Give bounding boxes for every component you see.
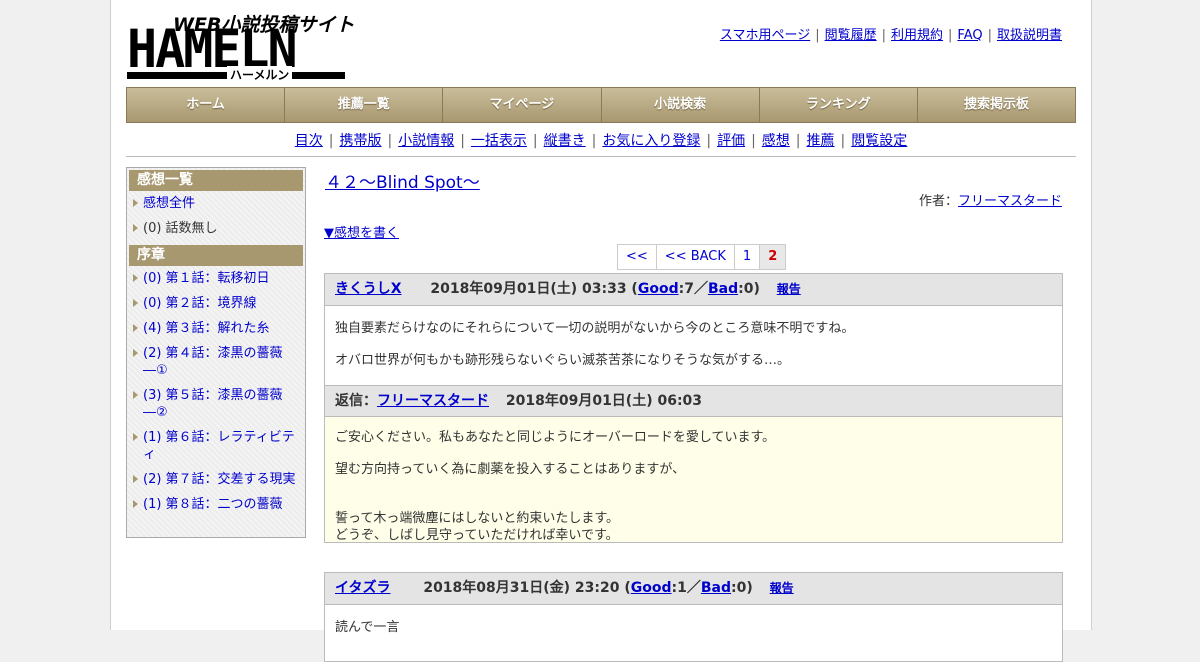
author-line: 作者：フリーマスタード [919, 190, 1062, 209]
sidebar-item-all-reviews[interactable]: 感想全件 [127, 195, 305, 212]
sidebar-item-chapter[interactable]: (0) 第２話：境界線 [127, 295, 305, 312]
good-link[interactable]: Good [638, 281, 679, 297]
subnav-settings[interactable]: 閲覧設定 [851, 133, 907, 149]
nav-board[interactable]: 捜索掲示板 [918, 88, 1075, 122]
logo-kana: ハーメルン [227, 66, 293, 83]
nav-recommend[interactable]: 推薦一覧 [285, 88, 444, 122]
reply-author-link[interactable]: フリーマスタード [377, 393, 489, 409]
link-manual[interactable]: 取扱説明書 [997, 28, 1062, 43]
report-link[interactable]: 報告 [770, 581, 794, 595]
sidebar-item-chapter[interactable]: (1) 第６話：レラティビティ [127, 429, 305, 463]
reviewer-name[interactable]: イタズラ [335, 580, 390, 596]
reply-header: 返信：フリーマスタード 2018年09月01日(土) 06:03 [325, 385, 1062, 417]
subnav-rating[interactable]: 評価 [717, 133, 745, 149]
reply-text: どうぞ、しばし見守っていただければ幸いです。 [335, 528, 619, 543]
reply-text: 誓って木っ端微塵にはしないと約束いたします。 [335, 511, 620, 526]
link-faq[interactable]: FAQ [957, 28, 982, 43]
good-count: 1 [677, 580, 687, 596]
sidebar-item-chapter[interactable]: (3) 第５話：漆黒の薔薇―② [127, 387, 305, 421]
divider [126, 156, 1076, 157]
subnav-all[interactable]: 一括表示 [471, 133, 527, 149]
review-text: オバロ世界が何もかも跡形残らないぐらい滅茶苦茶になりそうな気がする…。 [335, 353, 791, 368]
link-terms[interactable]: 利用規約 [891, 28, 943, 43]
bad-link[interactable]: Bad [701, 580, 731, 596]
bad-count: 0 [743, 281, 754, 297]
subnav-info[interactable]: 小説情報 [398, 133, 454, 149]
sidebar-chapter-heading: 序章 [129, 245, 303, 266]
top-links: スマホ用ページ | 閲覧履歴 | 利用規約 | FAQ | 取扱説明書 [719, 28, 1062, 43]
nav-mypage[interactable]: マイページ [443, 88, 602, 122]
main-nav: ホーム 推薦一覧 マイページ 小説検索 ランキング 捜索掲示板 [126, 87, 1076, 123]
subnav-reviews[interactable]: 感想 [762, 133, 790, 149]
review-date: 2018年08月31日(金) 23:20 [423, 580, 620, 596]
sidebar-review-list: 感想全件 (0) 話数無し [127, 195, 305, 237]
link-smartphone[interactable]: スマホ用ページ [720, 28, 810, 43]
reply-text: ご安心ください。私もあなたと同じようにオーバーロードを愛しています。 [335, 430, 776, 445]
subnav-mobile[interactable]: 携帯版 [339, 133, 381, 149]
reviewer-name[interactable]: きくうしX [335, 281, 402, 297]
sub-nav: 目次 | 携帯版 | 小説情報 | 一括表示 | 縦書き | お気に入り登録 | 評価 | 感想 | 推薦 | 閲覧… [294, 133, 908, 149]
subnav-favorite[interactable]: お気に入り登録 [602, 133, 700, 149]
review-text: 独自要素だらけなのにそれらについて一切の説明がないから今のところ意味不明ですね。 [335, 321, 855, 336]
subnav-vertical[interactable]: 縦書き [544, 133, 586, 149]
good-link[interactable]: Good [631, 580, 672, 596]
sidebar-chapter-list: (0) 第１話：転移初日 (0) 第２話：境界線 (4) 第３話：解れた糸 (2… [127, 270, 305, 513]
reply-body: ご安心ください。私もあなたと同じようにオーバーロードを愛しています。 望む方向持… [325, 417, 1062, 543]
author-label: 作者： [918, 194, 958, 209]
nav-search[interactable]: 小説検索 [602, 88, 760, 122]
review-body: 読んで一言 [325, 605, 1062, 661]
nav-ranking[interactable]: ランキング [760, 88, 918, 122]
review-item: きくうしX 2018年09月01日(土) 03:33 (Good:7／Bad:0… [324, 273, 1063, 543]
review-item: イタズラ 2018年08月31日(金) 23:20 (Good:1／Bad:0)… [324, 572, 1063, 662]
link-history[interactable]: 閲覧履歴 [825, 28, 877, 43]
reply-text: 望む方向持っていく為に劇薬を投入することはありますが、 [335, 462, 686, 477]
bad-count: 0 [736, 580, 747, 596]
sidebar-item-chapter[interactable]: (4) 第３話：解れた糸 [127, 320, 305, 337]
sidebar-item-chapter[interactable]: (1) 第８話：二つの薔薇 [127, 496, 305, 513]
pager-current: 2 [760, 245, 786, 269]
sidebar-item-chapter[interactable]: (2) 第４話：漆黒の薔薇―① [127, 345, 305, 379]
subnav-recommend[interactable]: 推薦 [807, 133, 835, 149]
nav-home[interactable]: ホーム [127, 88, 286, 122]
author-link[interactable]: フリーマスタード [958, 194, 1062, 209]
good-count: 7 [684, 281, 694, 297]
report-link[interactable]: 報告 [777, 282, 801, 296]
site-logo[interactable]: WEB小説投稿サイト HAMELN ハーメルン [127, 10, 354, 83]
review-text: 読んで一言 [335, 620, 400, 635]
review-header: イタズラ 2018年08月31日(金) 23:20 (Good:1／Bad:0)… [325, 573, 1062, 605]
review-date: 2018年09月01日(土) 03:33 [430, 281, 627, 297]
sidebar-item-no-chapter: (0) 話数無し [127, 220, 305, 237]
sidebar-item-chapter[interactable]: (2) 第７話：交差する現実 [127, 471, 305, 488]
write-review-link[interactable]: ▼感想を書く [324, 222, 399, 241]
bad-link[interactable]: Bad [708, 281, 738, 297]
chapter-title[interactable]: ４２～Blind Spot～ [325, 168, 480, 193]
sidebar: 感想一覧 感想全件 (0) 話数無し 序章 (0) 第１話：転移初日 (0) 第… [126, 167, 306, 538]
reply-label: 返信： [335, 393, 377, 409]
pagination: << << BACK 1 2 [617, 244, 787, 270]
sidebar-item-chapter[interactable]: (0) 第１話：転移初日 [127, 270, 305, 287]
review-body: 独自要素だらけなのにそれらについて一切の説明がないから今のところ意味不明ですね。… [325, 306, 1062, 385]
pager-back[interactable]: << BACK [656, 245, 735, 269]
page-container: WEB小説投稿サイト HAMELN ハーメルン スマホ用ページ | 閲覧履歴 | 利用規… [110, 0, 1092, 662]
pager-page-1[interactable]: 1 [734, 245, 761, 269]
subnav-toc[interactable]: 目次 [295, 133, 323, 149]
review-header: きくうしX 2018年09月01日(土) 03:33 (Good:7／Bad:0… [325, 274, 1062, 306]
pager-first[interactable]: << [618, 245, 657, 269]
sidebar-review-heading: 感想一覧 [129, 170, 303, 191]
reply-date: 2018年09月01日(土) 06:03 [505, 393, 703, 409]
